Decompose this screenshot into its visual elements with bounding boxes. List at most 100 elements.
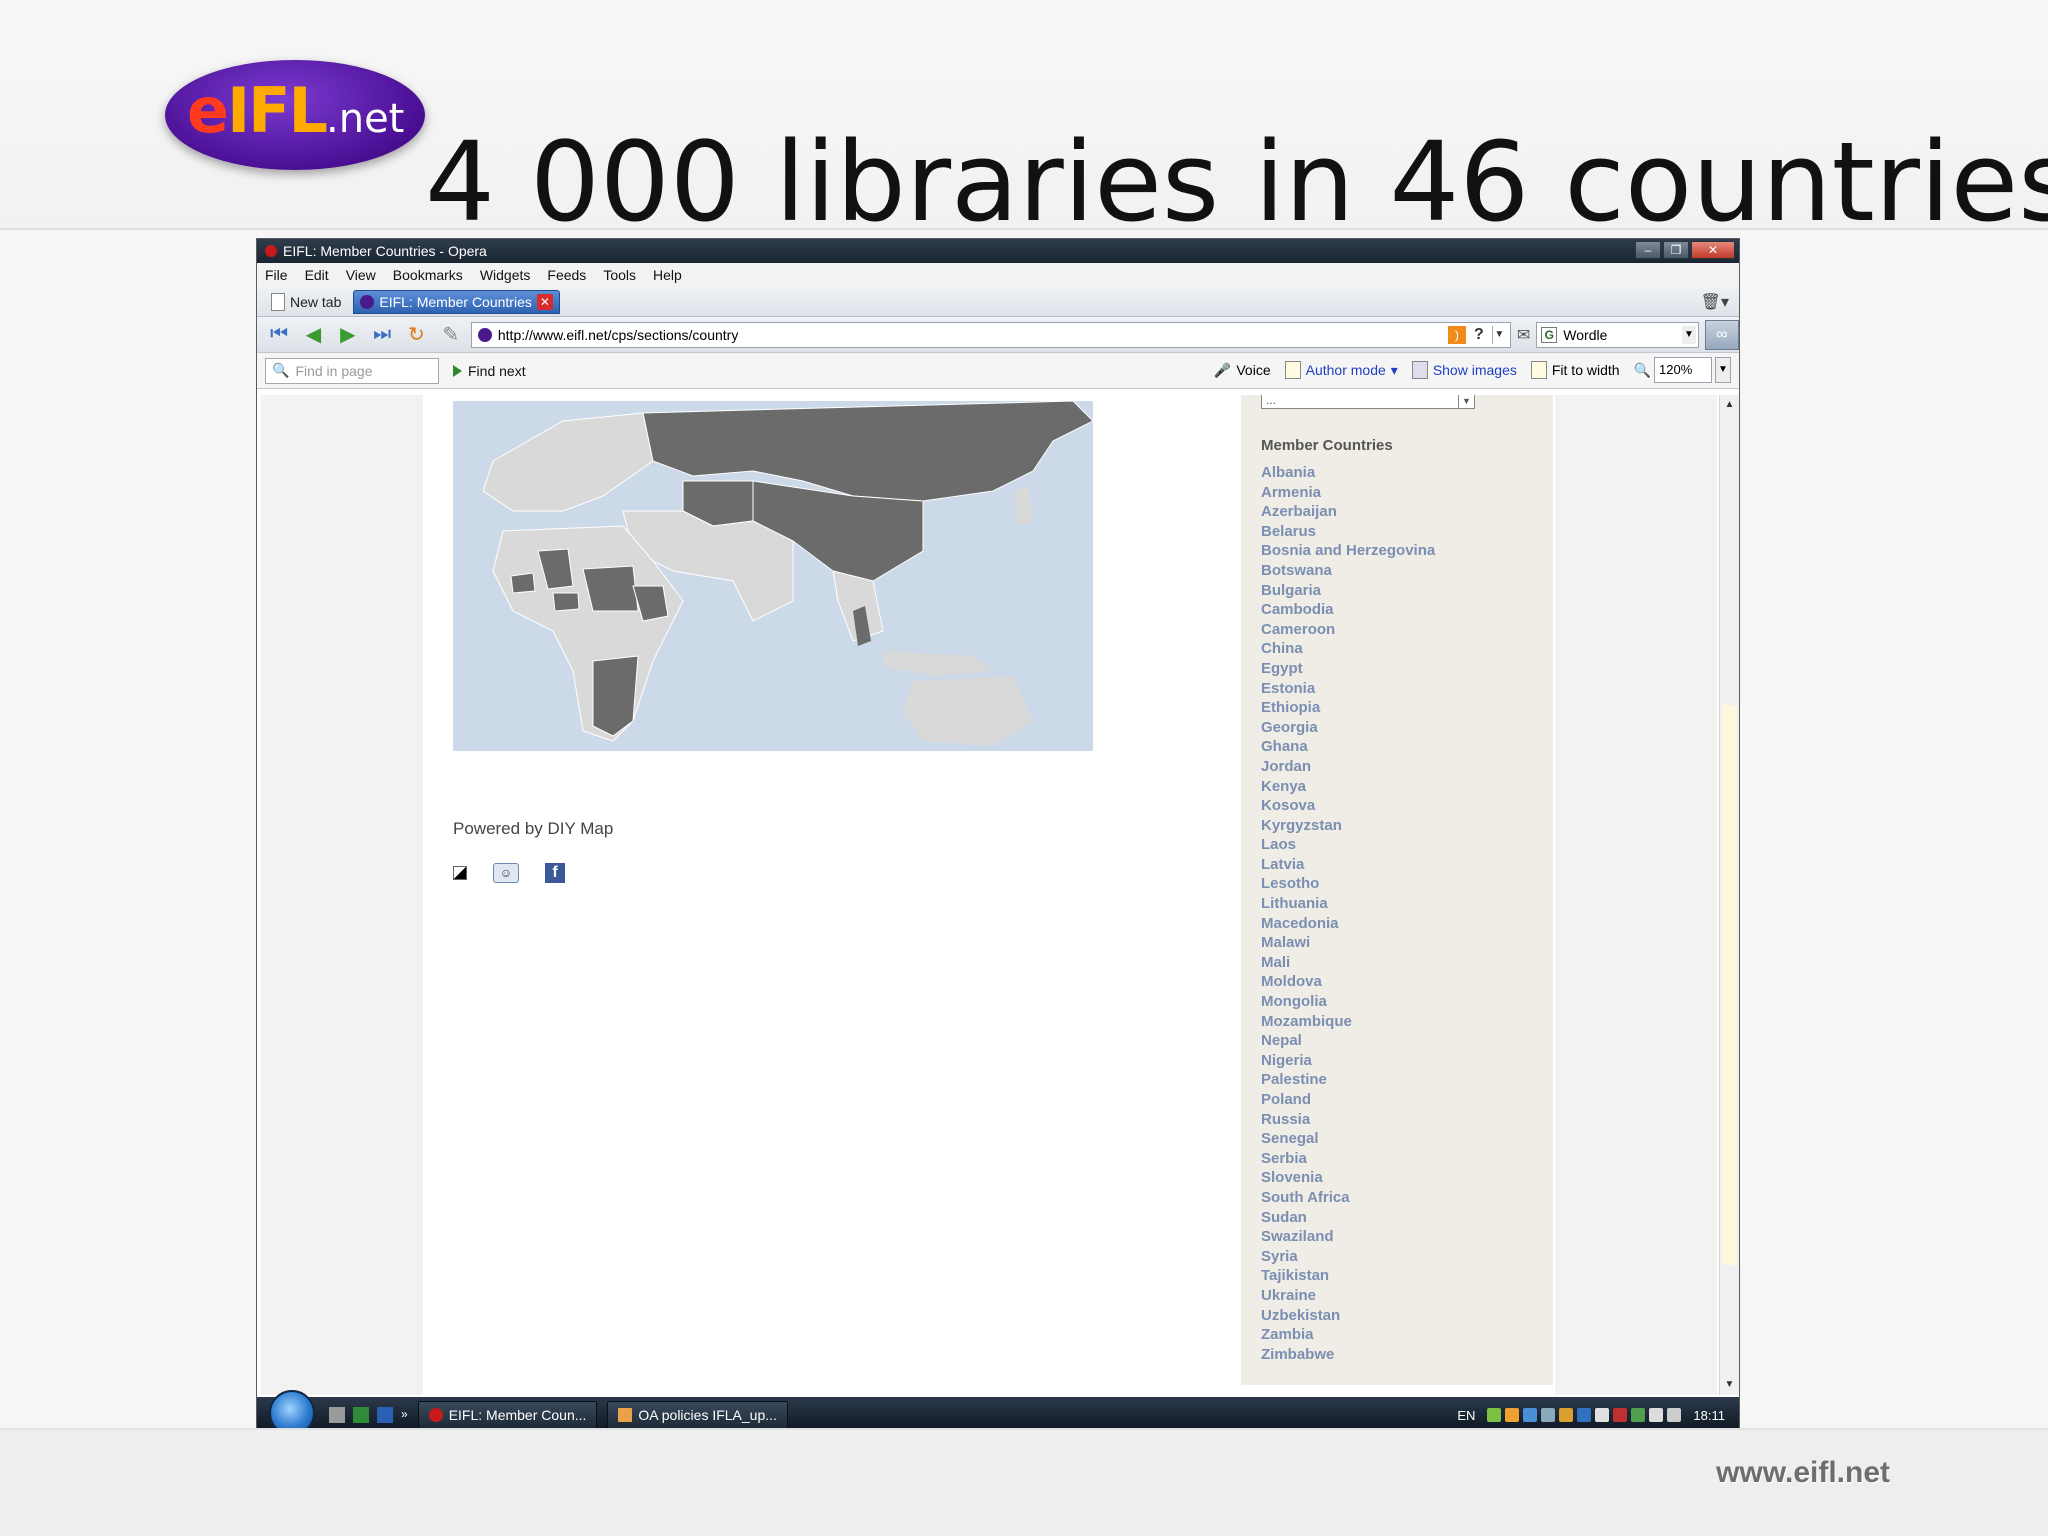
country-link[interactable]: Armenia xyxy=(1261,483,1435,503)
menu-help[interactable]: Help xyxy=(653,267,682,283)
tray-icon-5[interactable] xyxy=(1559,1408,1574,1422)
scroll-up-icon[interactable]: ▲ xyxy=(1722,397,1737,413)
fast-forward-icon[interactable]: ⏭ xyxy=(368,323,396,346)
country-link[interactable]: Egypt xyxy=(1261,659,1435,679)
country-link[interactable]: Uzbekistan xyxy=(1261,1306,1435,1326)
maximize-button[interactable]: ❐ xyxy=(1663,241,1689,259)
scroll-thumb[interactable] xyxy=(1722,705,1737,1265)
back-icon[interactable]: ◀ xyxy=(299,322,327,347)
country-link[interactable]: Nigeria xyxy=(1261,1051,1435,1071)
country-link[interactable]: Sudan xyxy=(1261,1208,1435,1228)
country-link[interactable]: Bulgaria xyxy=(1261,581,1435,601)
task-oa-policies[interactable]: OA policies IFLA_up... xyxy=(607,1401,788,1429)
country-link[interactable]: Estonia xyxy=(1261,679,1435,699)
edit-icon[interactable]: ✎ xyxy=(437,322,465,347)
tray-icon-9[interactable] xyxy=(1631,1408,1646,1422)
menu-bookmarks[interactable]: Bookmarks xyxy=(393,267,463,283)
country-link[interactable]: Bosnia and Herzegovina xyxy=(1261,541,1435,561)
scroll-down-icon[interactable]: ▼ xyxy=(1722,1377,1737,1393)
country-select[interactable]: ... ▼ xyxy=(1261,394,1475,409)
country-link[interactable]: Cameroon xyxy=(1261,620,1435,640)
trash-icon[interactable]: 🗑▾ xyxy=(1701,292,1729,312)
zoom-input[interactable]: 120% xyxy=(1654,357,1712,383)
task-eifl-member-countries[interactable]: EIFL: Member Coun... xyxy=(417,1401,598,1429)
country-link[interactable]: Lesotho xyxy=(1261,874,1435,894)
zoom-dropdown-icon[interactable]: ▼ xyxy=(1715,357,1731,383)
country-link[interactable]: Zimbabwe xyxy=(1261,1345,1435,1365)
menu-edit[interactable]: Edit xyxy=(305,267,329,283)
country-link[interactable]: Mali xyxy=(1261,953,1435,973)
country-link[interactable]: Botswana xyxy=(1261,561,1435,581)
language-indicator[interactable]: EN xyxy=(1457,1408,1475,1423)
tab-new[interactable]: New tab xyxy=(265,290,347,314)
forward-icon[interactable]: ▶ xyxy=(334,322,362,347)
author-mode-dropdown-icon[interactable]: ▾ xyxy=(1391,362,1398,379)
tray-icon-3[interactable] xyxy=(1523,1408,1538,1422)
country-link[interactable]: Syria xyxy=(1261,1247,1435,1267)
close-tab-icon[interactable]: ✕ xyxy=(536,293,553,310)
network-icon[interactable] xyxy=(1649,1408,1664,1422)
country-link[interactable]: Zambia xyxy=(1261,1325,1435,1345)
url-dropdown-icon[interactable]: ▼ xyxy=(1491,325,1506,344)
country-link[interactable]: Georgia xyxy=(1261,718,1435,738)
author-mode-button[interactable]: Author mode ▾ xyxy=(1284,361,1398,379)
voice-button[interactable]: 🎤 Voice xyxy=(1214,362,1271,379)
facebook-icon[interactable]: f xyxy=(545,863,565,883)
fit-to-width-button[interactable]: Fit to width xyxy=(1530,361,1620,379)
help-icon[interactable]: ? xyxy=(1470,326,1488,344)
country-link[interactable]: Poland xyxy=(1261,1090,1435,1110)
search-dropdown-icon[interactable]: ▼ xyxy=(1681,325,1696,344)
menu-feeds[interactable]: Feeds xyxy=(547,267,586,283)
digg-icon[interactable]: ☺ xyxy=(493,863,519,883)
country-link[interactable]: Kyrgyzstan xyxy=(1261,816,1435,836)
country-link[interactable]: Russia xyxy=(1261,1110,1435,1130)
country-link[interactable]: Jordan xyxy=(1261,757,1435,777)
country-link[interactable]: Kenya xyxy=(1261,777,1435,797)
country-link[interactable]: Ethiopia xyxy=(1261,698,1435,718)
reload-icon[interactable]: ↻ xyxy=(402,322,430,347)
country-link[interactable]: Nepal xyxy=(1261,1031,1435,1051)
tray-icon-8[interactable] xyxy=(1613,1408,1628,1422)
menu-widgets[interactable]: Widgets xyxy=(480,267,531,283)
search-field[interactable]: G Wordle ▼ xyxy=(1536,321,1699,348)
tray-icon-7[interactable] xyxy=(1595,1408,1610,1422)
country-link[interactable]: Palestine xyxy=(1261,1070,1435,1090)
excel-icon[interactable] xyxy=(353,1407,369,1423)
country-link[interactable]: Belarus xyxy=(1261,522,1435,542)
country-link[interactable]: Mozambique xyxy=(1261,1012,1435,1032)
tray-icon-1[interactable] xyxy=(1487,1408,1502,1422)
country-link[interactable]: Cambodia xyxy=(1261,600,1435,620)
mail-icon[interactable]: ✉ xyxy=(1517,325,1530,345)
country-link[interactable]: Malawi xyxy=(1261,933,1435,953)
powered-by-diy-map[interactable]: Powered by DIY Map xyxy=(453,819,613,839)
close-button[interactable]: ✕ xyxy=(1691,241,1735,259)
tray-icon-2[interactable] xyxy=(1505,1408,1520,1422)
tray-icon-6[interactable] xyxy=(1577,1408,1592,1422)
country-link[interactable]: Macedonia xyxy=(1261,914,1435,934)
country-link[interactable]: South Africa xyxy=(1261,1188,1435,1208)
tray-icon-4[interactable] xyxy=(1541,1408,1556,1422)
volume-icon[interactable] xyxy=(1667,1408,1682,1422)
country-link[interactable]: Moldova xyxy=(1261,972,1435,992)
country-link[interactable]: Azerbaijan xyxy=(1261,502,1435,522)
country-link[interactable]: Laos xyxy=(1261,835,1435,855)
tab-member-countries[interactable]: EIFL: Member Countries ✕ xyxy=(353,289,560,314)
find-next-button[interactable]: Find next xyxy=(453,363,526,379)
rss-icon[interactable]: ) xyxy=(1447,325,1466,344)
rewind-icon[interactable]: ⏮ xyxy=(265,323,293,346)
country-link[interactable]: Senegal xyxy=(1261,1129,1435,1149)
menu-file[interactable]: File xyxy=(265,267,288,283)
menu-view[interactable]: View xyxy=(346,267,376,283)
delicious-icon[interactable] xyxy=(453,866,467,880)
show-images-button[interactable]: Show images xyxy=(1411,361,1517,379)
country-link[interactable]: Ghana xyxy=(1261,737,1435,757)
country-link[interactable]: China xyxy=(1261,639,1435,659)
menu-tools[interactable]: Tools xyxy=(603,267,636,283)
member-countries-map[interactable] xyxy=(453,401,1093,751)
url-field[interactable]: http://www.eifl.net/cps/sections/country… xyxy=(470,321,1511,348)
country-link[interactable]: Albania xyxy=(1261,463,1435,483)
binoculars-icon[interactable]: ∞ xyxy=(1704,319,1739,350)
vertical-scrollbar[interactable]: ▲ ▼ xyxy=(1719,395,1739,1395)
country-link[interactable]: Lithuania xyxy=(1261,894,1435,914)
word-icon[interactable] xyxy=(377,1407,393,1423)
